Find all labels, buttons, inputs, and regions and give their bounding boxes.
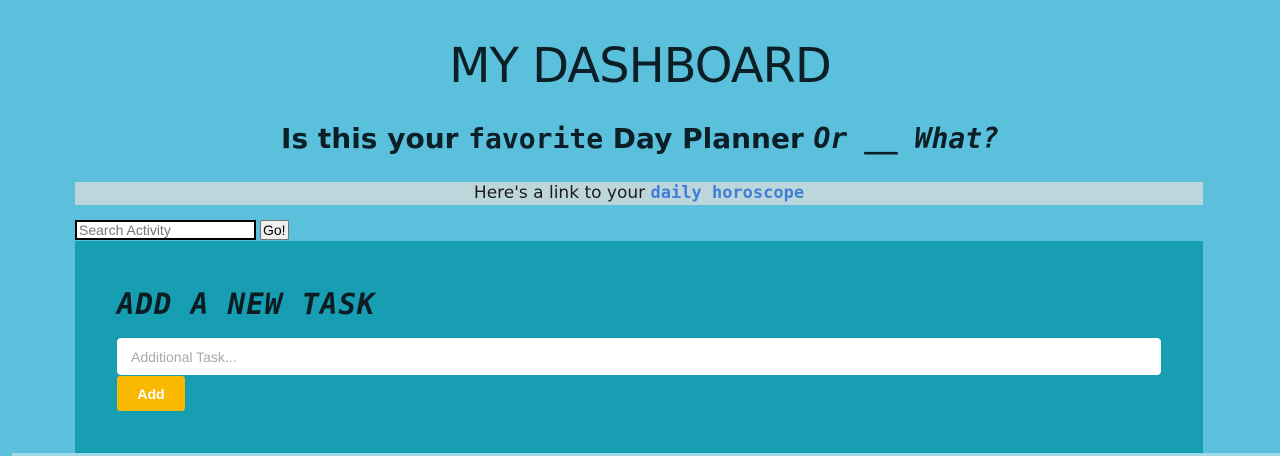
horoscope-link[interactable]: daily horoscope	[651, 183, 805, 203]
add-task-panel: ADD A NEW TASK Add	[75, 241, 1203, 456]
search-bar: Go!	[75, 220, 289, 240]
task-input[interactable]	[117, 338, 1161, 375]
horoscope-banner: Here's a link to your daily horoscope	[75, 182, 1203, 205]
page-title: MY DASHBOARD	[449, 38, 832, 94]
banner-text: Here's a link to your	[473, 183, 651, 203]
subtitle-italic-tail: Or __ What?	[813, 122, 999, 155]
add-task-heading: ADD A NEW TASK	[117, 287, 376, 321]
go-button[interactable]: Go!	[260, 220, 289, 240]
dashboard-page: MY DASHBOARD Is this your favorite Day P…	[0, 0, 1280, 456]
subtitle-text-1: Is this your	[281, 122, 469, 155]
subtitle-favorite: favorite	[468, 122, 604, 155]
add-task-button[interactable]: Add	[117, 376, 185, 411]
search-input[interactable]	[75, 220, 256, 240]
page-subtitle: Is this your favorite Day Planner Or __ …	[0, 122, 1280, 155]
subtitle-text-2: Day Planner	[603, 122, 814, 155]
